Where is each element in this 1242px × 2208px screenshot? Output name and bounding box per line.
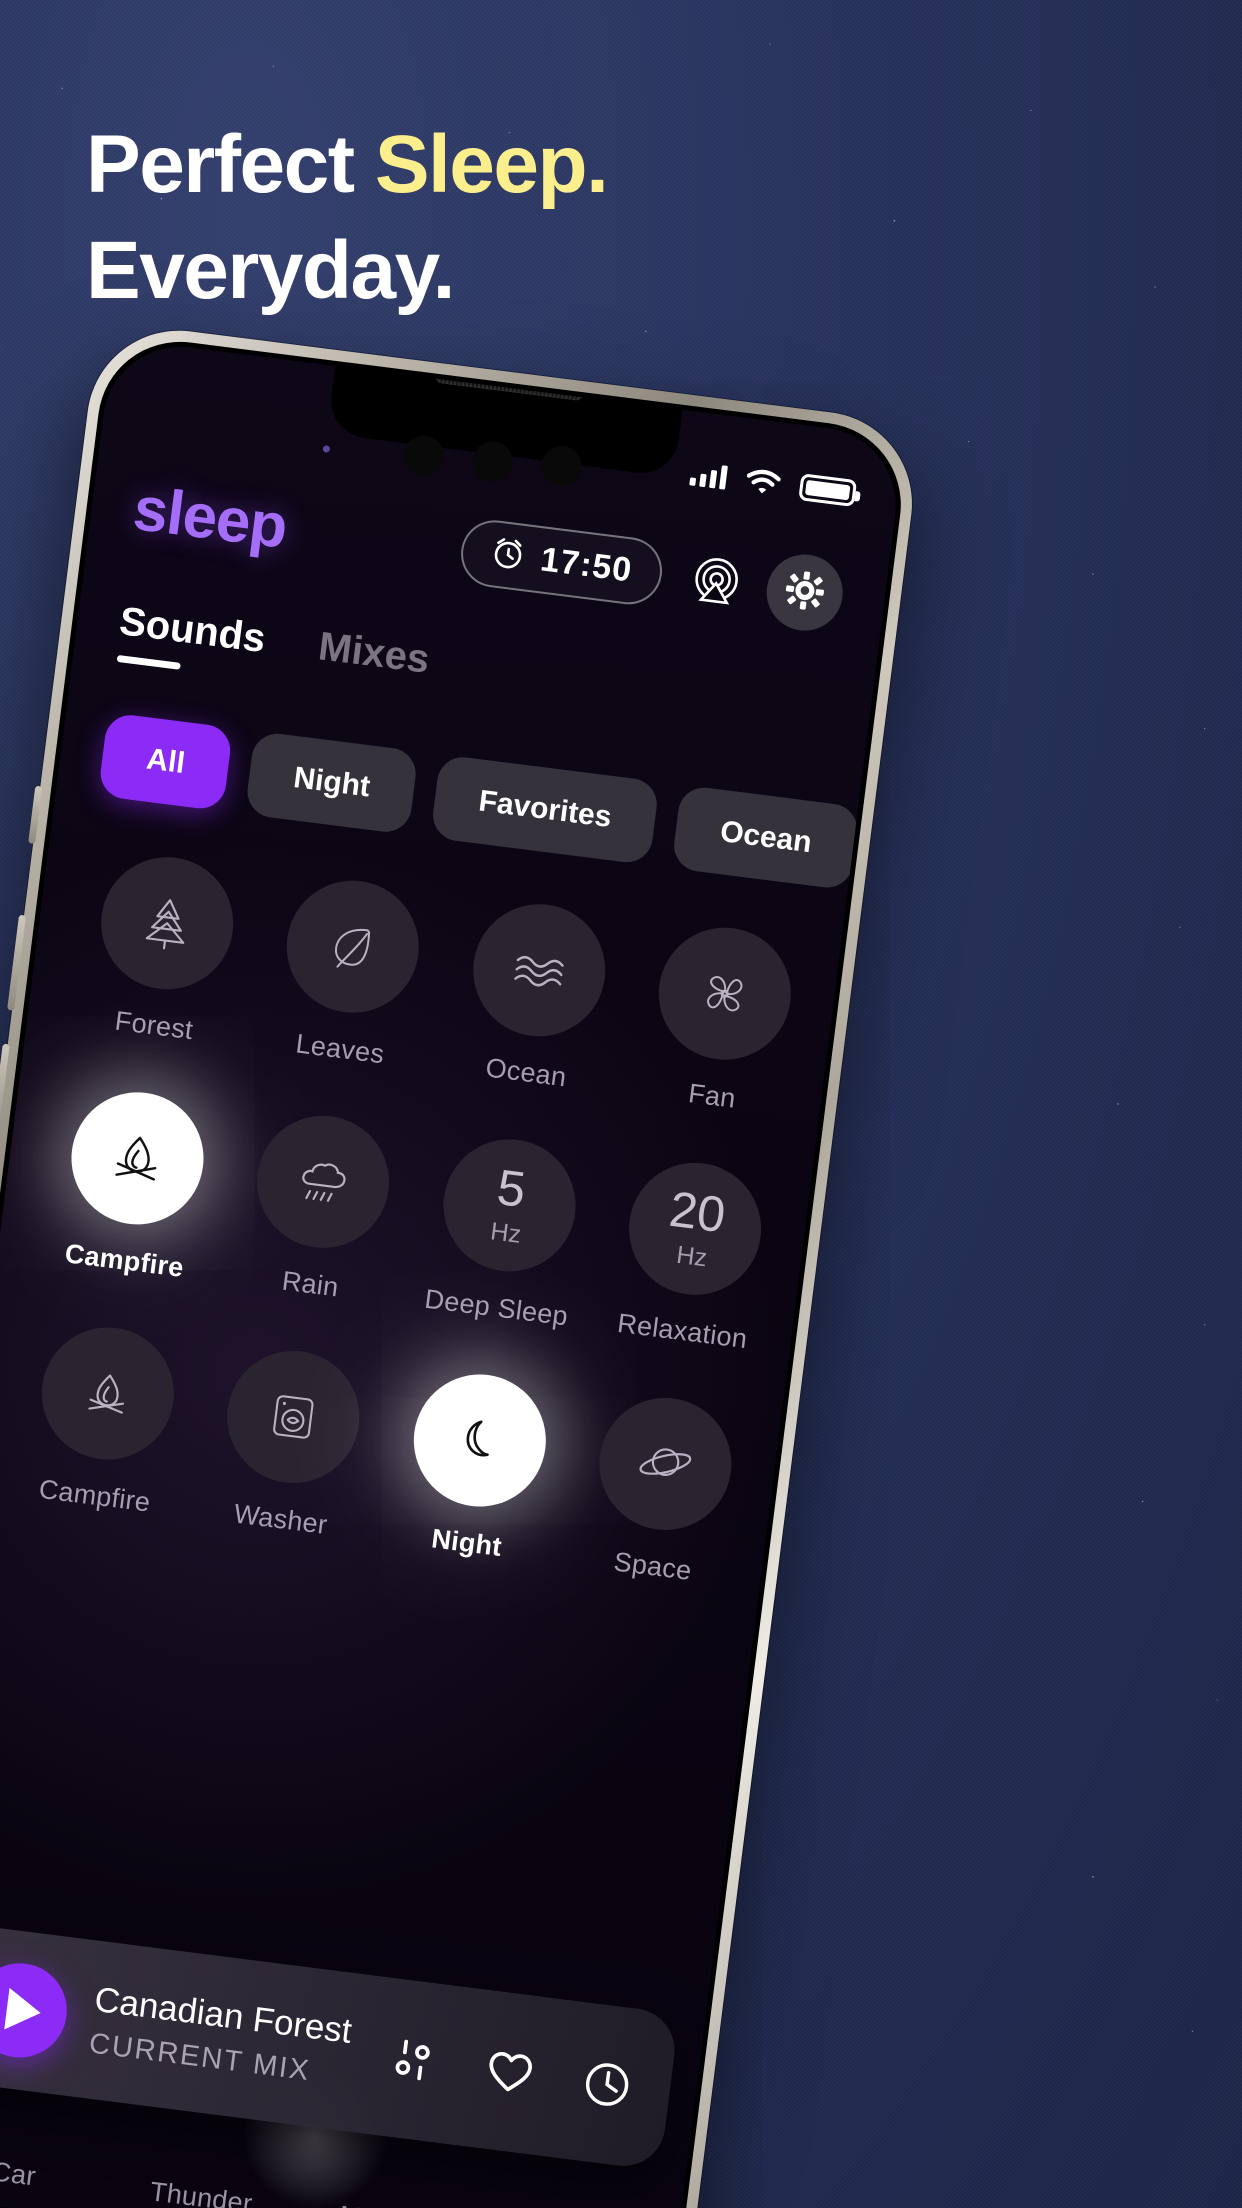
signal-bars-icon [689,460,728,490]
sound-item-leaves[interactable]: Leaves [250,870,449,1076]
sleep-timer-value: 17:50 [538,539,635,590]
sound-item-forest[interactable]: Forest [64,847,263,1053]
moon-icon [405,1366,554,1515]
sound-item-campfire-2[interactable]: Campfire [5,1317,204,1523]
planet-icon [591,1390,740,1538]
sound-item-campfire[interactable]: Campfire [34,1082,233,1288]
clock-icon[interactable] [575,2052,640,2117]
headline-line2: Everyday. [86,224,455,316]
sound-item-space[interactable]: Space [563,1387,762,1593]
sound-label: Relaxation [615,1307,750,1355]
play-button[interactable] [0,1957,73,2063]
sound-item-relaxation[interactable]: 20 Hz Relaxation [592,1152,791,1358]
now-playing-text: Canadian Forest CURRENT MIX [87,1979,354,2092]
sound-item-ocean[interactable]: Ocean [436,894,635,1100]
frequency-value: 5 [494,1158,529,1218]
heart-icon[interactable] [477,2040,542,2105]
alarm-clock-icon [489,534,528,577]
frequency-value: 20 [666,1180,729,1243]
gear-icon [782,568,827,618]
sound-label: Rain [280,1265,341,1303]
fan-icon [651,919,799,1068]
sound-grid: Forest Leaves Ocean Fan Campfire Rain 5 … [5,847,822,1594]
pine-tree-icon [93,849,241,997]
settings-button[interactable] [762,550,848,636]
campfire-icon [63,1084,211,1233]
sound-item-deep-sleep[interactable]: 5 Hz Deep Sleep [406,1129,605,1335]
leaf-icon [279,872,427,1021]
page-title: Perfect Sleep. Everyday. [86,112,609,324]
frequency-icon: 20 Hz [621,1155,770,1303]
sound-item-rain[interactable]: Rain [220,1105,419,1311]
sound-label: Forest [113,1005,195,1046]
sound-label: Fan [686,1078,738,1114]
sound-item-night[interactable]: Night [377,1364,576,1570]
frequency-unit: Hz [674,1240,709,1272]
sound-item-fan[interactable]: Fan [622,917,821,1123]
campfire-icon [33,1319,182,1468]
waves-icon [465,896,613,1044]
rain-cloud-icon [249,1108,398,1256]
cast-icon[interactable] [688,553,744,609]
headline-line1-accent: Sleep. [374,119,609,210]
sound-label: Leaves [294,1028,387,1070]
play-icon [4,1987,44,2034]
sound-label: Campfire [63,1238,186,1283]
washer-icon [219,1343,368,1491]
frequency-icon: 5 Hz [435,1131,584,1280]
player-actions [380,2028,639,2117]
sliders-icon[interactable] [380,2028,445,2093]
chip-all[interactable]: All [97,712,234,812]
sound-item-washer[interactable]: Washer [191,1340,390,1546]
headline-line1-white: Perfect [86,119,375,210]
sound-label: Deep Sleep [423,1283,570,1332]
sound-label: Ocean [483,1052,569,1093]
frequency-unit: Hz [488,1216,523,1249]
wifi-icon [745,467,782,496]
